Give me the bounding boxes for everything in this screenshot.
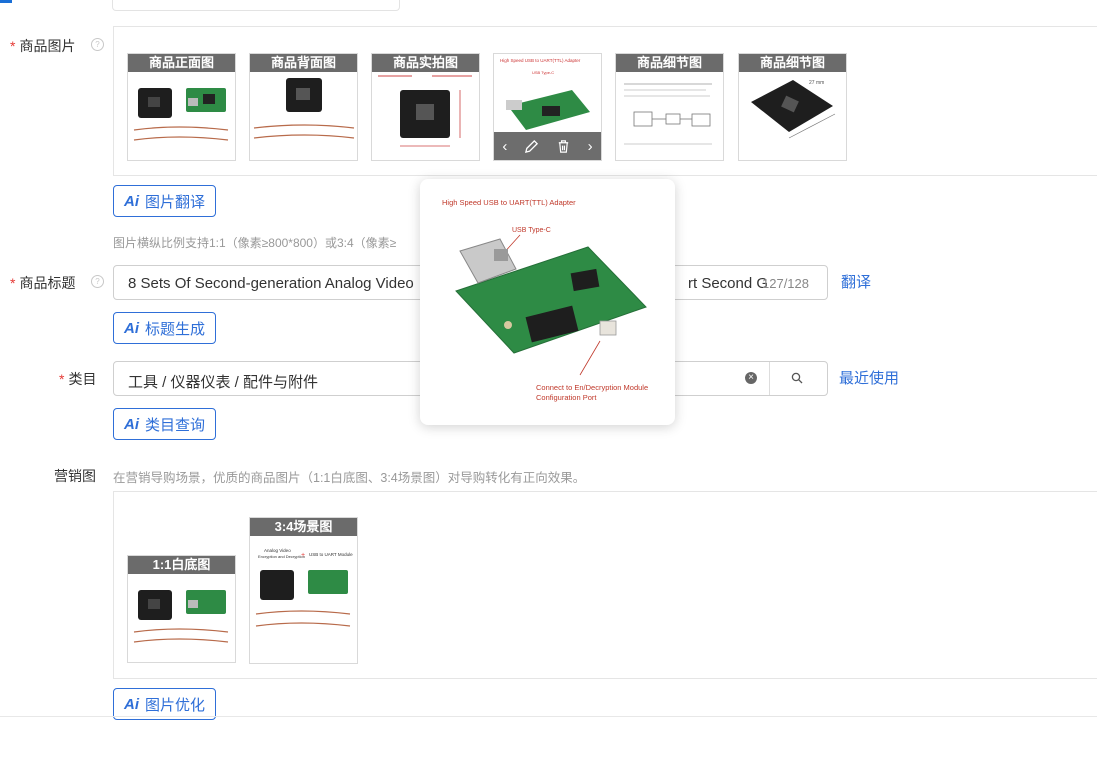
button-label: 图片优化 <box>145 696 206 714</box>
thumb-usb-caption: High Speed USB to UART(TTL) Adapter <box>500 58 581 63</box>
thumb-title: 商品背面图 <box>250 54 357 72</box>
section-divider <box>0 716 1097 717</box>
product-image-thumb-4[interactable]: High Speed USB to UART(TTL) Adapter USB … <box>493 53 602 161</box>
required-mark: * <box>10 275 16 291</box>
ai-icon: Ai <box>124 415 139 433</box>
clear-icon[interactable]: × <box>745 372 757 384</box>
board-back-image <box>253 78 355 139</box>
product-images-label: * 商品图片 <box>10 36 75 56</box>
translate-images-button[interactable]: Ai 图片翻译 <box>113 185 216 217</box>
product-image-thumb-2[interactable]: 商品背面图 <box>249 53 358 161</box>
thumb-title: 3:4场景图 <box>250 518 357 536</box>
category-query-button[interactable]: Ai 类目查询 <box>113 408 216 440</box>
required-mark: * <box>59 371 65 387</box>
button-label: 图片翻译 <box>145 193 206 211</box>
thumb-usb-c-caption: USB Type-C <box>532 70 554 75</box>
recent-categories-link[interactable]: 最近使用 <box>839 367 899 388</box>
char-count: 127/128 <box>762 276 809 291</box>
scene-plus: + <box>301 552 305 559</box>
product-image-thumb-6[interactable]: 商品细节图 27 mm <box>738 53 847 161</box>
board-pair-image <box>133 88 229 141</box>
title-label: * 商品标题 <box>10 273 75 293</box>
thumb-title: 商品正面图 <box>128 54 235 72</box>
title-label-text: 商品标题 <box>19 275 76 291</box>
product-image-thumb-1[interactable]: 商品正面图 <box>127 53 236 161</box>
divider <box>769 362 770 395</box>
wiring-diagram-image <box>624 83 712 145</box>
product-image-thumb-3[interactable]: 商品实拍图 <box>371 53 480 161</box>
help-icon[interactable]: ? <box>91 275 104 288</box>
preview-module-label-2: Configuration Port <box>536 393 597 402</box>
ai-icon: Ai <box>124 319 139 337</box>
product-images-label-text: 商品图片 <box>19 38 76 54</box>
board-angled-image: 27 mm <box>751 80 836 139</box>
preview-module-label-1: Connect to En/Decryption Module <box>536 383 648 392</box>
image-toolbar: ‹ › <box>494 132 601 160</box>
board-pair-image <box>133 590 229 643</box>
marketing-label: 营销图 <box>54 468 96 484</box>
board-dimension-image <box>378 75 472 147</box>
next-icon[interactable]: › <box>588 138 593 155</box>
scene-caption-3: USB to UART Module <box>309 552 353 557</box>
title-input-value-tail: rt Second G <box>688 275 769 292</box>
generate-title-button[interactable]: Ai 标题生成 <box>113 312 216 344</box>
category-label: * 类目 <box>59 369 96 389</box>
preview-usb-label: USB Type-C <box>512 227 551 234</box>
dimension-label: 27 mm <box>809 80 824 86</box>
thumb-title: 商品实拍图 <box>372 54 479 72</box>
marketing-thumb-square[interactable]: 1:1白底图 <box>127 555 236 663</box>
prev-icon[interactable]: ‹ <box>502 138 507 155</box>
title-input-value: 8 Sets Of Second-generation Analog Video <box>128 275 414 292</box>
previous-field-box <box>112 0 400 11</box>
edit-icon[interactable] <box>524 139 539 154</box>
ai-icon: Ai <box>124 695 139 713</box>
button-label: 类目查询 <box>145 416 206 434</box>
ai-icon: Ai <box>124 192 139 210</box>
usb-adapter-preview-image: High Speed USB to UART(TTL) Adapter USB … <box>442 198 648 402</box>
category-label-text: 类目 <box>68 371 97 387</box>
scene-caption-2: Encryption and Decryption <box>258 554 305 559</box>
thumb-title: 商品细节图 <box>616 54 723 72</box>
trash-icon[interactable] <box>556 139 571 154</box>
active-indicator <box>0 0 12 3</box>
help-icon[interactable]: ? <box>91 38 104 51</box>
marketing-hint: 在营销导购场景，优质的商品图片（1:1白底图、3:4场景图）对导购转化有正向效果… <box>113 471 586 485</box>
preview-title: High Speed USB to UART(TTL) Adapter <box>442 198 576 207</box>
marketing-thumb-scene[interactable]: 3:4场景图 Analog Video Encryption and Decry… <box>249 517 358 664</box>
image-preview-popover: High Speed USB to UART(TTL) Adapter USB … <box>420 179 675 425</box>
button-label: 标题生成 <box>145 320 206 338</box>
scene-image: Analog Video Encryption and Decryption +… <box>255 548 353 627</box>
thumb-title: 1:1白底图 <box>128 556 235 574</box>
required-mark: * <box>10 38 16 54</box>
search-icon[interactable] <box>791 372 803 384</box>
translate-title-link[interactable]: 翻译 <box>841 271 871 292</box>
image-ratio-hint: 图片横纵比例支持1:1（像素≥800*800）或3:4（像素≥ <box>113 236 397 250</box>
product-image-thumb-5[interactable]: 商品细节图 <box>615 53 724 161</box>
category-input-value: 工具 / 仪器仪表 / 配件与附件 <box>128 374 319 391</box>
thumb-title: 商品细节图 <box>739 54 846 72</box>
scene-caption-1: Analog Video <box>264 548 291 553</box>
